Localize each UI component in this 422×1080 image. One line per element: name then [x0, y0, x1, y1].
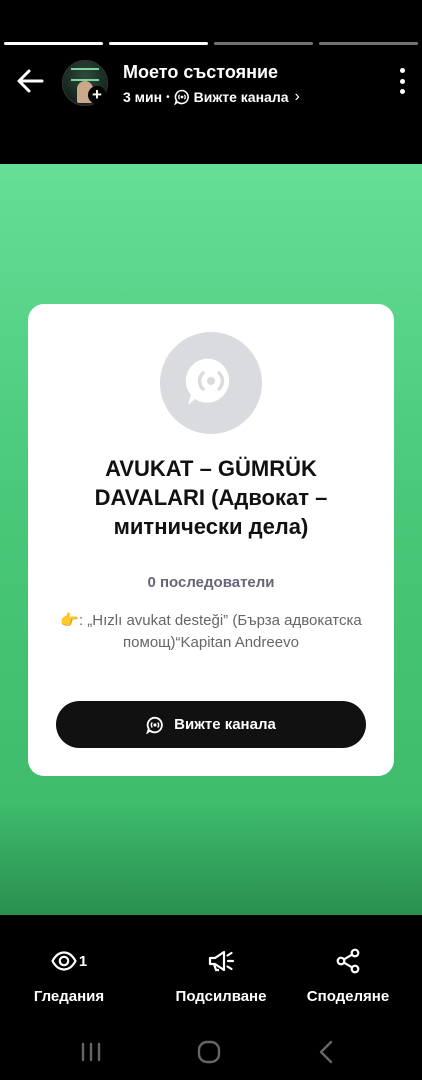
views-label: Гледания — [33, 988, 105, 1005]
status-progress-bar — [4, 42, 418, 45]
progress-segment — [4, 42, 103, 45]
eye-icon — [51, 951, 77, 971]
status-actions-bar: 1 Гледания Подсилване Споделяне — [0, 940, 422, 1020]
channel-icon — [146, 716, 163, 734]
separator-dot: • — [166, 91, 170, 103]
megaphone-icon — [208, 950, 235, 972]
views-count: 1 — [78, 952, 88, 970]
add-status-icon[interactable]: + — [88, 86, 106, 104]
progress-segment — [109, 42, 208, 45]
chevron-right-icon[interactable]: › — [295, 88, 300, 106]
views-button[interactable]: 1 Гледания — [26, 946, 112, 1005]
view-channel-link[interactable]: Вижте канала — [194, 89, 289, 105]
share-icon — [336, 948, 360, 974]
share-button[interactable]: Споделяне — [298, 946, 398, 1005]
status-subline: 3 мин • Вижте канала › — [123, 88, 300, 106]
status-time: 3 мин — [123, 89, 163, 105]
status-title: Моето състояние — [123, 62, 279, 82]
boost-button[interactable]: Подсилване — [166, 946, 276, 1005]
back-nav-icon[interactable] — [312, 1038, 342, 1066]
system-navigation-bar — [0, 1024, 422, 1080]
progress-segment — [319, 42, 418, 45]
channel-description: 👉: „Hızlı avukat desteği” (Бърза адвокат… — [60, 612, 362, 651]
boost-label: Подсилване — [175, 988, 267, 1005]
back-arrow-icon[interactable] — [14, 66, 46, 96]
more-vert-icon[interactable] — [398, 68, 406, 94]
share-label: Споделяне — [306, 988, 390, 1005]
view-channel-button-label: Вижте канала — [174, 716, 276, 733]
view-channel-button[interactable]: Вижте канала — [56, 701, 366, 748]
recents-icon[interactable] — [76, 1038, 106, 1066]
channel-icon — [173, 89, 189, 105]
channel-card: AVUKAT – GÜMRÜK DAVALARI (Адвокат – митн… — [28, 304, 394, 776]
channel-title: AVUKAT – GÜMRÜK DAVALARI (Адвокат – митн… — [94, 456, 328, 539]
channel-placeholder-icon — [185, 358, 230, 405]
followers-count: 0 последователи — [147, 574, 275, 591]
home-icon[interactable] — [194, 1038, 224, 1066]
status-header: + Моето състояние 3 мин • Вижте канала › — [0, 56, 422, 116]
channel-avatar — [160, 332, 262, 434]
progress-segment — [214, 42, 313, 45]
